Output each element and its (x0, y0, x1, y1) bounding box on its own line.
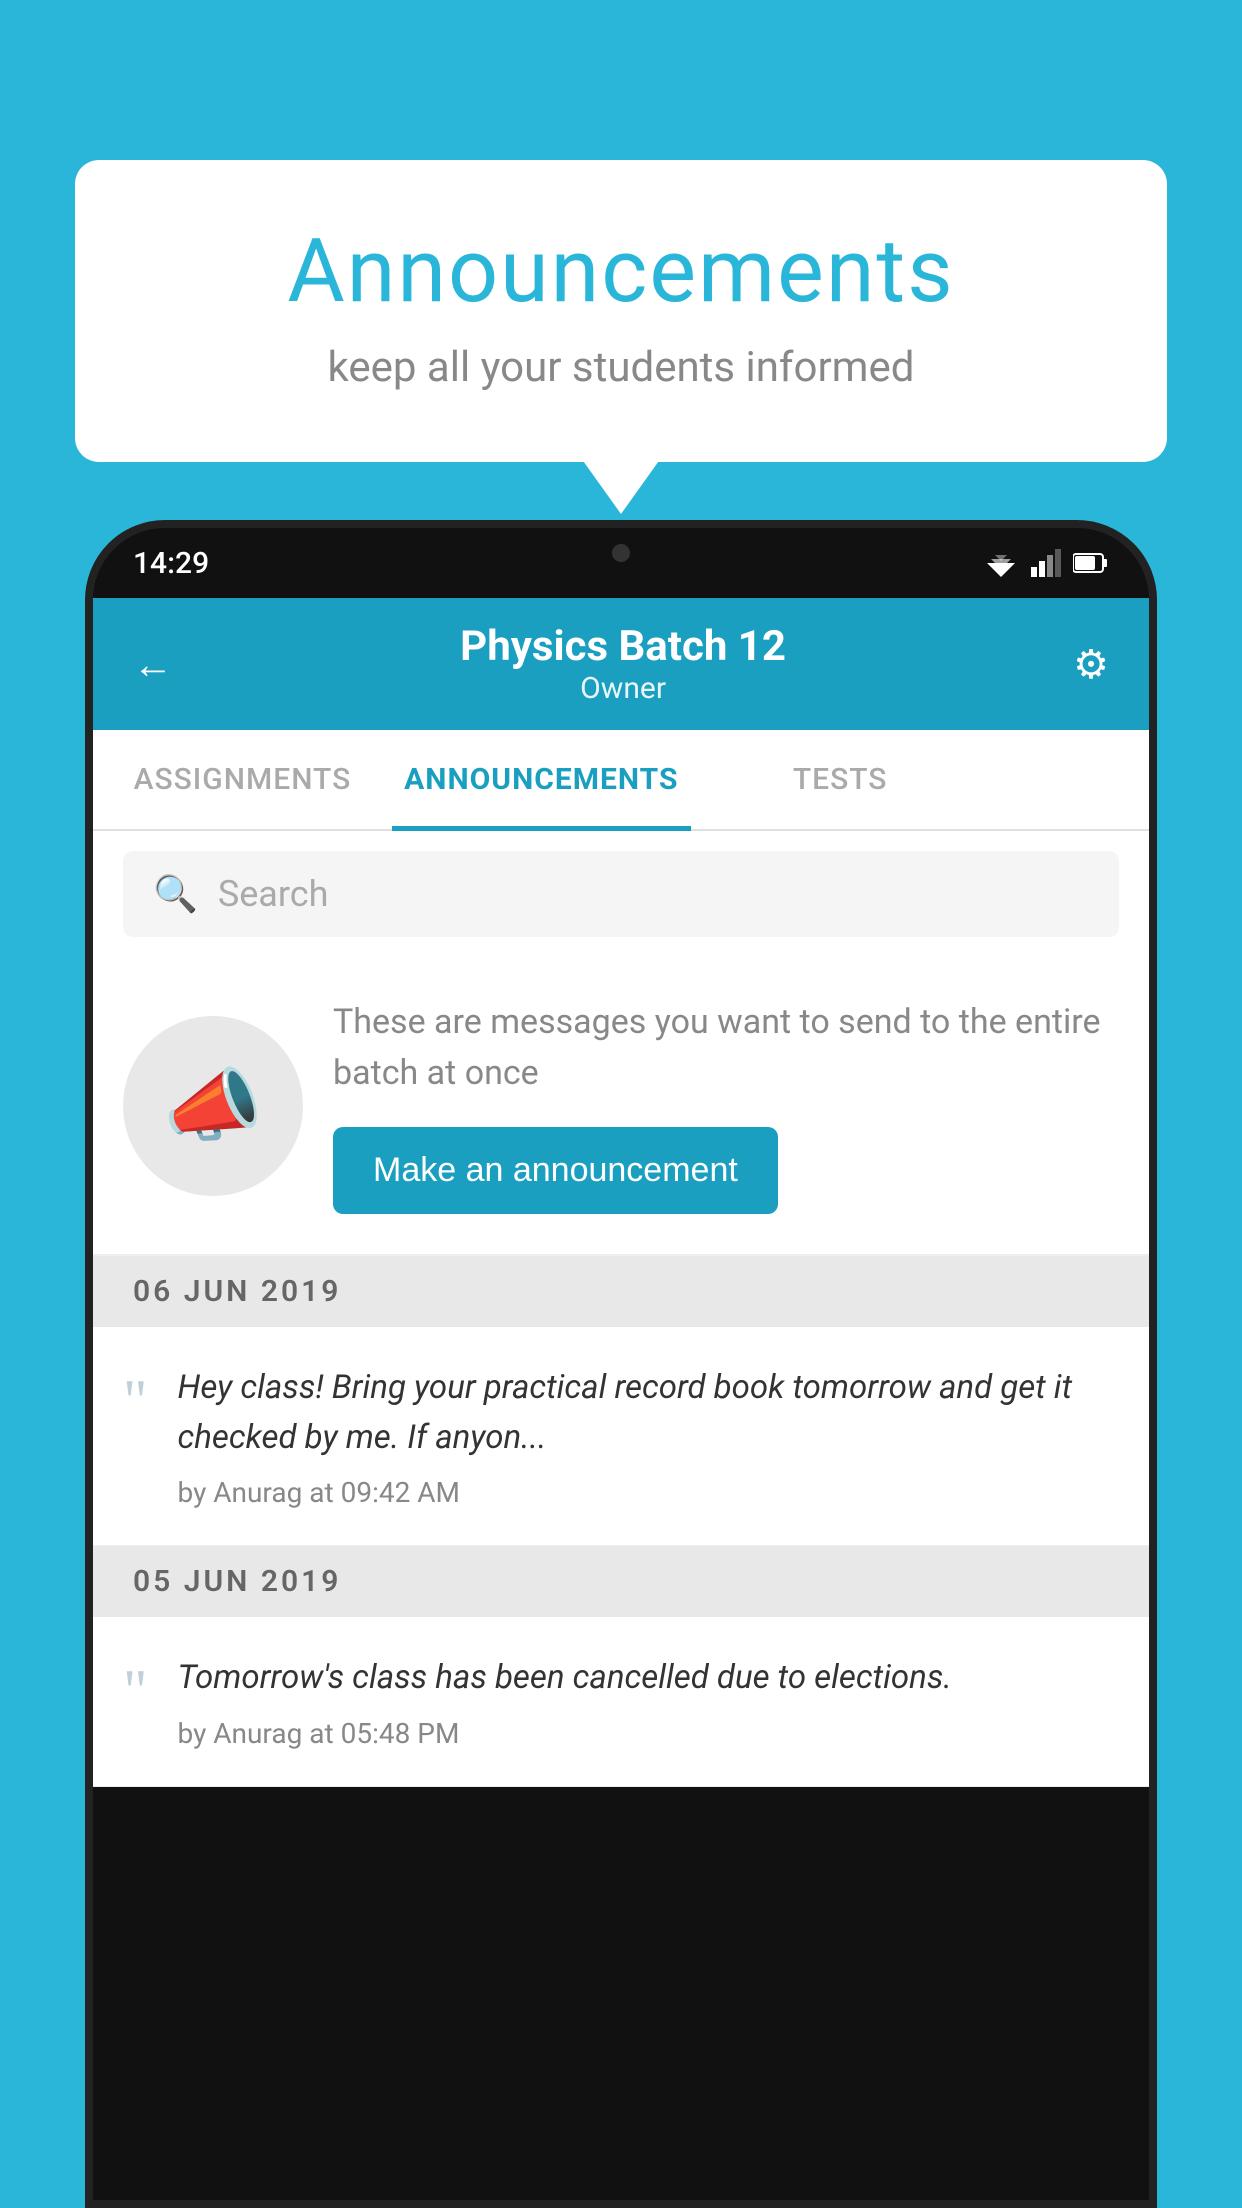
tab-more (990, 730, 1149, 829)
announcement-prompt: 📣 These are messages you want to send to… (93, 957, 1149, 1256)
date-separator-2: 05 JUN 2019 (93, 1546, 1149, 1617)
header-title: Physics Batch 12 Owner (460, 622, 786, 706)
speech-bubble: Announcements keep all your students inf… (75, 160, 1167, 462)
notch (541, 528, 701, 578)
status-time: 14:29 (133, 546, 209, 581)
battery-icon (1073, 552, 1109, 574)
announcement-text-1: Hey class! Bring your practical record b… (178, 1363, 1120, 1462)
announcement-description: These are messages you want to send to t… (333, 997, 1119, 1099)
back-button[interactable]: ← (133, 641, 173, 688)
tabs-bar: ASSIGNMENTS ANNOUNCEMENTS TESTS (93, 730, 1149, 831)
batch-name: Physics Batch 12 (460, 622, 786, 671)
tab-tests[interactable]: TESTS (691, 730, 990, 829)
announcement-content-1: Hey class! Bring your practical record b… (178, 1363, 1120, 1509)
announcement-meta-1: by Anurag at 09:42 AM (178, 1476, 1120, 1509)
megaphone-icon: 📣 (163, 1059, 263, 1153)
date-label-2: 05 JUN 2019 (133, 1564, 341, 1599)
speech-bubble-container: Announcements keep all your students inf… (75, 160, 1167, 462)
announcement-item-2[interactable]: " Tomorrow's class has been cancelled du… (93, 1617, 1149, 1787)
speech-bubble-title: Announcements (155, 220, 1087, 323)
phone-screen: ← Physics Batch 12 Owner ⚙ ASSIGNMENTS A… (93, 598, 1149, 1787)
date-label-1: 06 JUN 2019 (133, 1274, 341, 1309)
tab-assignments[interactable]: ASSIGNMENTS (93, 730, 392, 829)
quote-icon-1: " (123, 1371, 148, 1431)
announcement-right: These are messages you want to send to t… (333, 997, 1119, 1214)
tab-announcements[interactable]: ANNOUNCEMENTS (392, 730, 691, 829)
date-separator-1: 06 JUN 2019 (93, 1256, 1149, 1327)
search-placeholder: Search (218, 873, 329, 915)
quote-icon-2: " (123, 1661, 148, 1721)
megaphone-circle: 📣 (123, 1016, 303, 1196)
signal-icon (1031, 549, 1061, 577)
wifi-icon (983, 549, 1019, 577)
announcement-text-2: Tomorrow's class has been cancelled due … (178, 1653, 1120, 1703)
camera-dot (612, 544, 630, 562)
owner-label: Owner (460, 671, 786, 706)
search-container: 🔍 Search (93, 831, 1149, 957)
app-header: ← Physics Batch 12 Owner ⚙ (93, 598, 1149, 730)
status-bar: 14:29 (93, 528, 1149, 598)
status-icons (983, 549, 1109, 577)
make-announcement-button[interactable]: Make an announcement (333, 1127, 778, 1214)
phone-frame: 14:29 (85, 520, 1157, 2208)
search-bar[interactable]: 🔍 Search (123, 851, 1119, 937)
search-icon: 🔍 (153, 873, 198, 915)
announcement-content-2: Tomorrow's class has been cancelled due … (178, 1653, 1120, 1750)
announcement-meta-2: by Anurag at 05:48 PM (178, 1717, 1120, 1750)
speech-bubble-subtitle: keep all your students informed (155, 343, 1087, 392)
settings-icon[interactable]: ⚙ (1073, 641, 1109, 688)
announcement-item-1[interactable]: " Hey class! Bring your practical record… (93, 1327, 1149, 1546)
